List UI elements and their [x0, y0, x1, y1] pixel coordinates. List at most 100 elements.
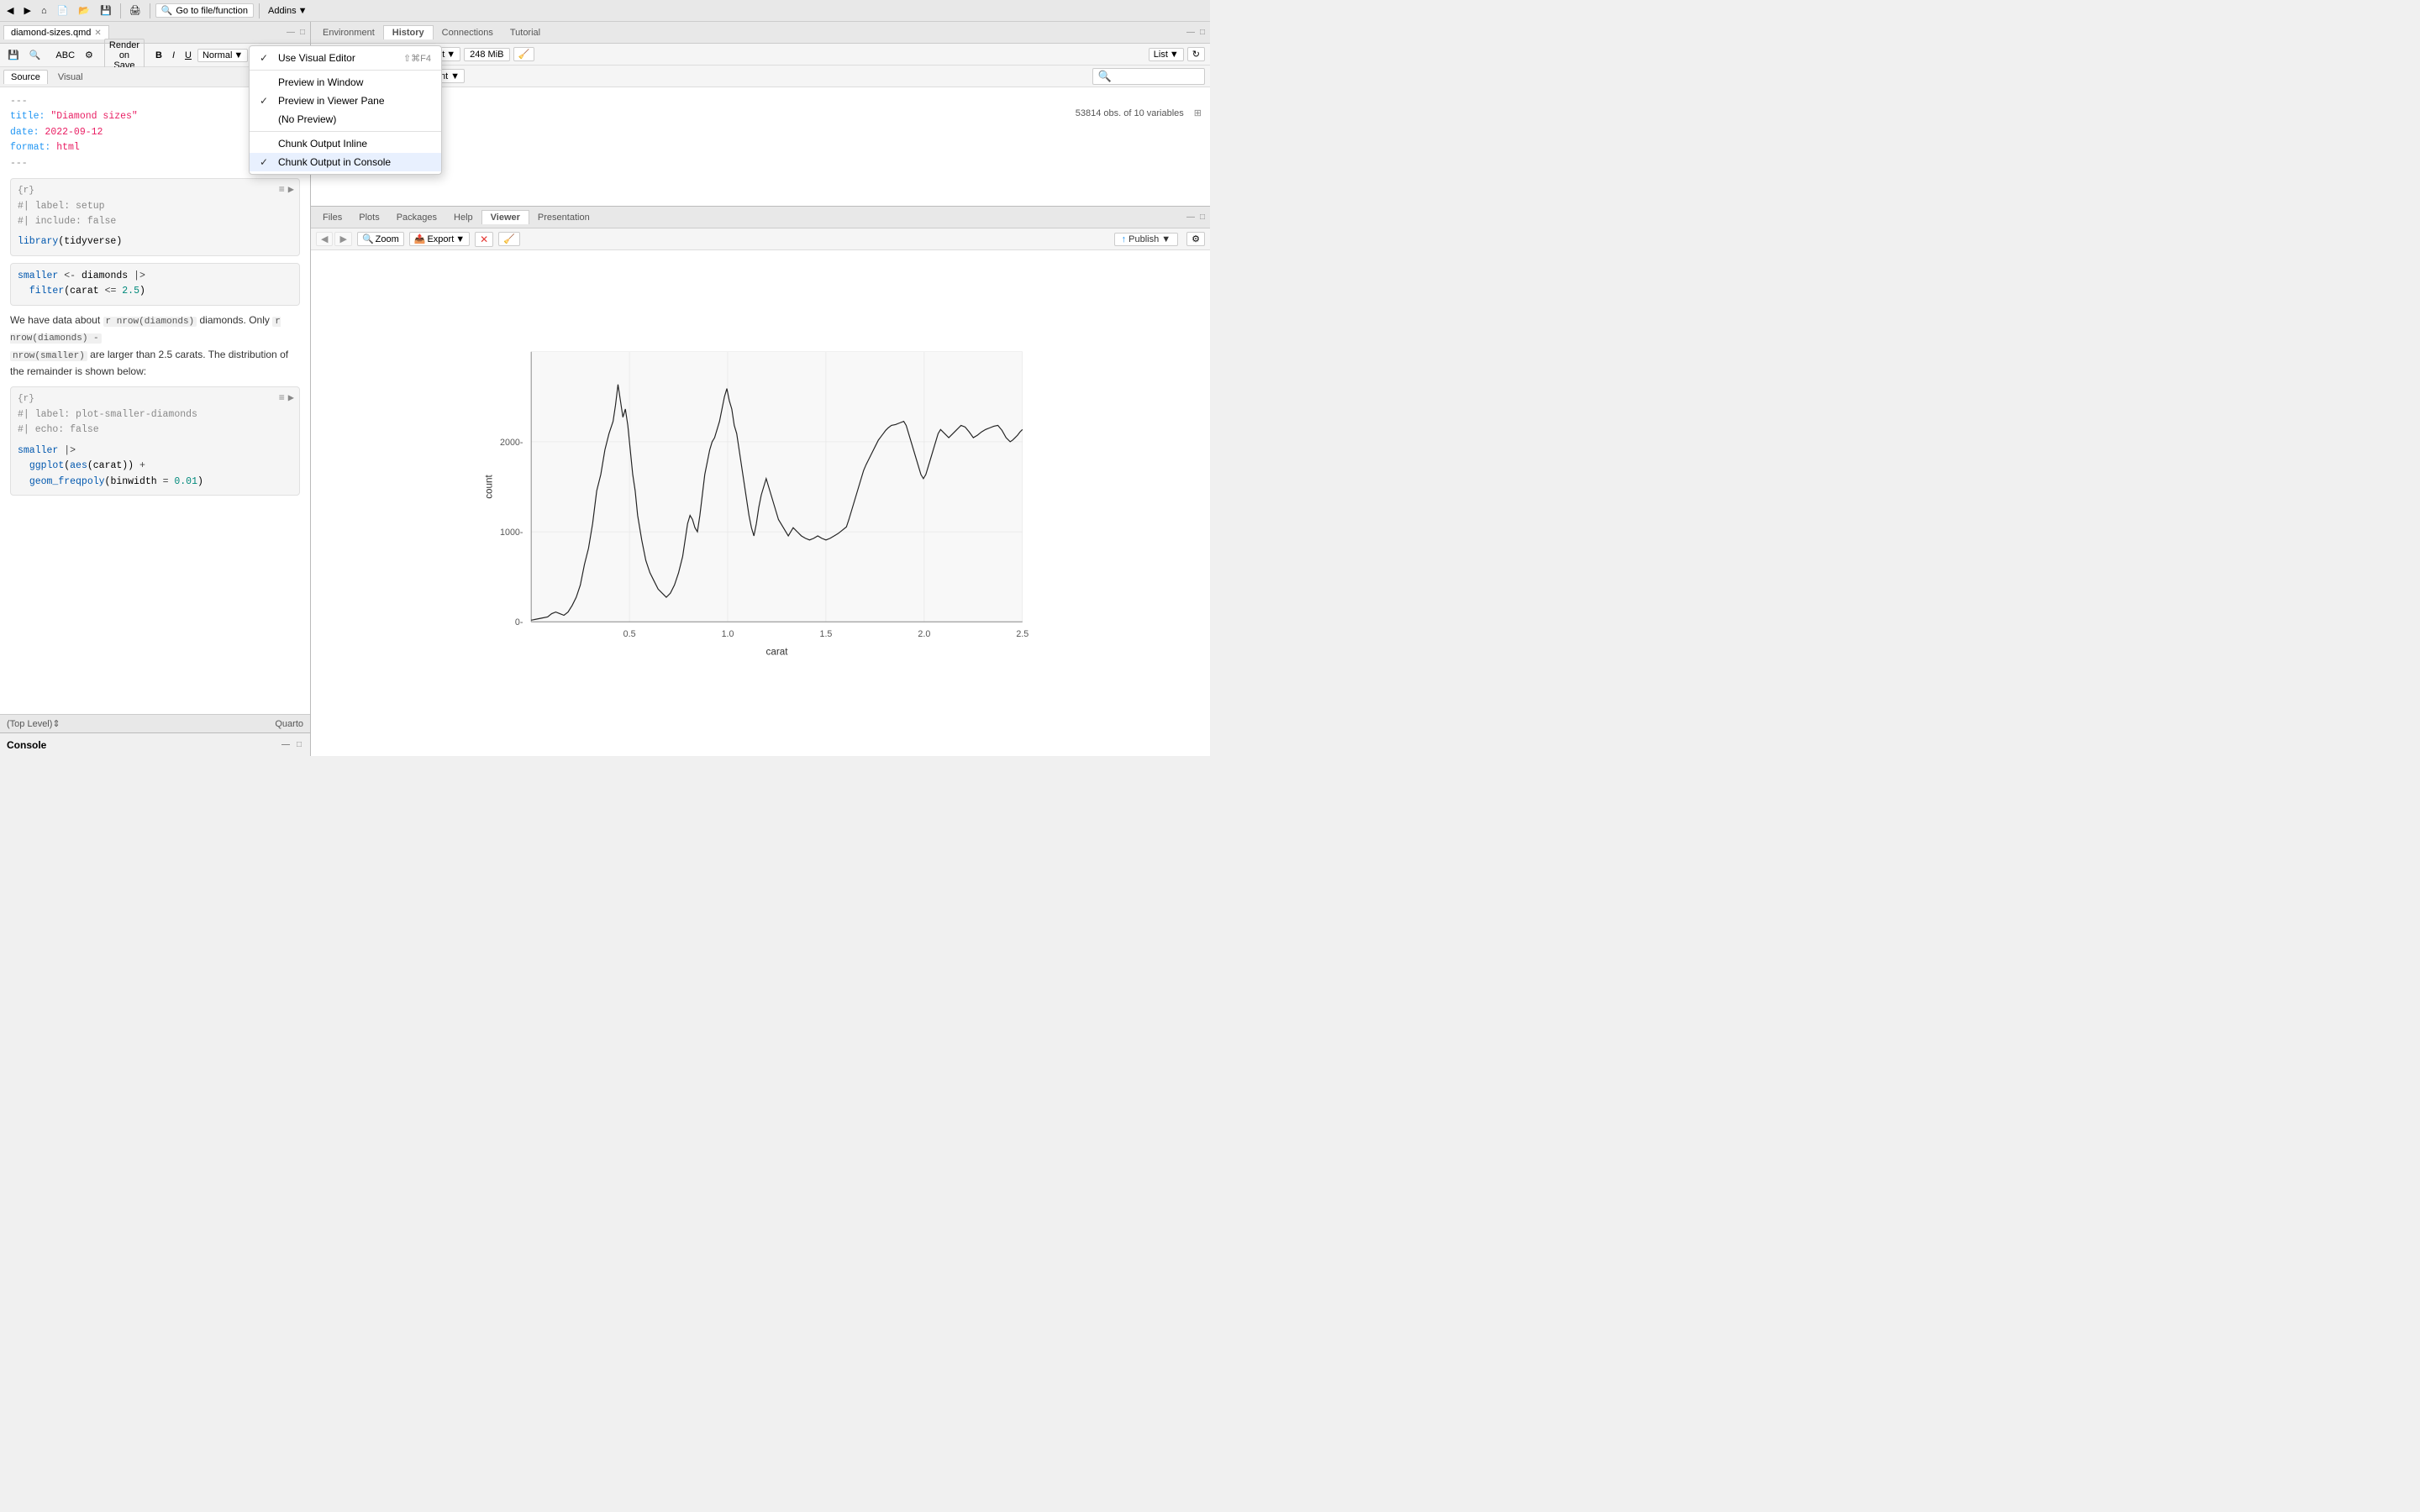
list-view-btn[interactable]: List ▼ [1149, 48, 1184, 61]
code-chunk-2: {r} ≡ ▶ #| label: plot-smaller-diamonds … [10, 386, 300, 496]
open-btn[interactable]: 📂 [75, 4, 93, 17]
menu-preview-window[interactable]: Preview in Window [250, 73, 441, 92]
menu-chunk-console[interactable]: ✓ Chunk Output in Console [250, 153, 441, 171]
compile-btn[interactable]: ⚙ [81, 49, 97, 61]
env-search-input[interactable] [1115, 71, 1199, 81]
export-icon: 📤 [414, 234, 426, 244]
refresh-btn[interactable]: ↻ [1187, 47, 1205, 61]
bottom-maximize[interactable]: □ [1198, 212, 1207, 223]
clear-plots-btn[interactable]: 🧹 [498, 232, 520, 246]
find-btn[interactable]: 🔍 [25, 49, 45, 61]
separator-1 [120, 3, 121, 18]
spell-btn[interactable]: ABC [51, 50, 79, 61]
addins-label: Addins [268, 6, 297, 16]
file-type-label: Quarto [275, 719, 303, 729]
tab-files[interactable]: Files [314, 211, 350, 224]
tab-viewer[interactable]: Viewer [481, 210, 529, 224]
chunk2-comment1: #| label: plot-smaller-diamonds [18, 407, 292, 423]
tab-help[interactable]: Help [445, 211, 481, 224]
data-section-header: Data [319, 92, 1202, 102]
file-tab[interactable]: diamond-sizes.qmd ✕ [3, 25, 109, 39]
save-file-btn[interactable]: 💾 [3, 49, 24, 61]
right-bottom-pane: Files Plots Packages Help Viewer Present… [311, 207, 1210, 756]
forward-btn[interactable]: ▶ [20, 4, 34, 17]
tab-presentation[interactable]: Presentation [529, 211, 598, 224]
data-grid-btn[interactable]: ⊞ [1194, 108, 1202, 118]
tab-tutorial[interactable]: Tutorial [502, 26, 549, 39]
pane-controls: — □ [285, 27, 307, 38]
data-row-smaller[interactable]: ● smaller 53814 obs. of 10 variables ⊞ [319, 106, 1202, 120]
tab-environment[interactable]: Environment [314, 26, 383, 39]
chunk-header-1: {r} [18, 184, 292, 199]
check-chunk-console: ✓ [260, 156, 271, 168]
menu-chunk-inline[interactable]: Chunk Output Inline [250, 134, 441, 153]
export-btn[interactable]: 📤 Export ▼ [409, 232, 470, 246]
yaml-title-key: title: [10, 111, 50, 122]
list-arrow: ▼ [1170, 50, 1179, 60]
menu-no-preview[interactable]: (No Preview) [250, 110, 441, 129]
bottom-minimize[interactable]: — [1185, 212, 1197, 223]
render-on-save-label: Render on Save [109, 40, 139, 71]
addins-arrow: ▼ [298, 6, 308, 16]
x-label-2.0: 2.0 [918, 629, 930, 639]
back-btn[interactable]: ◀ [3, 4, 17, 17]
viewer-settings-btn[interactable]: ⚙ [1186, 232, 1205, 246]
zoom-icon: 🔍 [362, 234, 374, 244]
console-bar: Console — □ [0, 732, 310, 756]
chart-bg [531, 352, 1023, 622]
menu-use-visual-editor[interactable]: ✓ Use Visual Editor ⇧⌘F4 [250, 49, 441, 67]
render-dropdown-menu: ✓ Use Visual Editor ⇧⌘F4 Preview in Wind… [249, 45, 442, 175]
clear-env-btn[interactable]: 🧹 [513, 47, 535, 61]
prev-plot-btn[interactable]: ◀ [316, 232, 333, 246]
delete-plot-btn[interactable]: ✕ [475, 232, 493, 247]
tab-plots[interactable]: Plots [350, 211, 387, 224]
new-script-btn[interactable]: 📄 [54, 4, 72, 17]
yaml-format-key: format: [10, 142, 56, 153]
assign-line2: filter(carat <= 2.5) [18, 284, 292, 299]
tab-close-btn[interactable]: ✕ [94, 29, 101, 38]
list-label: List [1154, 50, 1168, 60]
console-minimize[interactable]: — [280, 739, 292, 750]
underline-btn[interactable]: U [181, 50, 196, 61]
bold-btn[interactable]: B [151, 50, 166, 61]
chunk-run-btn-2[interactable]: ▶ [288, 391, 294, 407]
right-maximize[interactable]: □ [1198, 27, 1207, 38]
console-maximize[interactable]: □ [295, 739, 303, 750]
minimize-btn[interactable]: — [285, 27, 297, 38]
italic-btn[interactable]: I [168, 50, 179, 61]
tab-source[interactable]: Source [3, 70, 48, 84]
tab-history[interactable]: History [383, 25, 434, 39]
menu-sep-2 [250, 131, 441, 132]
go-to-file-box[interactable]: 🔍 Go to file/function [155, 3, 254, 18]
plot-area: 0- 1000- 2000- 0.5 1.0 1.5 2.0 2.5 carat… [311, 250, 1210, 756]
right-top-pane: Environment History Connections Tutorial… [311, 22, 1210, 207]
menu-label-visual-editor: Use Visual Editor [278, 52, 397, 64]
env-arrow: ▼ [450, 71, 460, 81]
tab-packages[interactable]: Packages [388, 211, 445, 224]
chunk-controls-2: ≡ ▶ [279, 391, 294, 407]
editor-tab-bar: diamond-sizes.qmd ✕ — □ [0, 22, 310, 44]
format-selector[interactable]: Normal ▼ [197, 49, 248, 62]
print-btn[interactable]: 🖨 [126, 4, 145, 17]
tab-connections[interactable]: Connections [434, 26, 502, 39]
right-minimize[interactable]: — [1185, 27, 1197, 38]
right-toolbar: 📂 💾 📊 Import Dataset ▼ 248 MiB 🧹 List ▼ … [311, 44, 1210, 66]
publish-btn[interactable]: ↑ Publish ▼ [1114, 233, 1178, 246]
chunk-controls-1: ≡ ▶ [279, 182, 294, 198]
addins-btn[interactable]: Addins ▼ [265, 5, 311, 17]
menu-preview-viewer[interactable]: ✓ Preview in Viewer Pane [250, 92, 441, 110]
tab-visual[interactable]: Visual [51, 71, 90, 84]
save-btn[interactable]: 💾 [97, 4, 115, 17]
chunk-settings-btn-1[interactable]: ≡ [279, 182, 285, 198]
maximize-btn[interactable]: □ [298, 27, 307, 38]
chunk-run-btn-1[interactable]: ▶ [288, 182, 294, 198]
home-btn[interactable]: ⌂ [38, 5, 50, 17]
next-plot-btn[interactable]: ▶ [334, 232, 351, 246]
inline-code-3: nrow(smaller) [10, 351, 87, 361]
env-sub-toolbar: R ▼ 🌐 Global Environment ▼ 🔍 [311, 66, 1210, 87]
chunk-settings-btn-2[interactable]: ≡ [279, 391, 285, 407]
zoom-btn[interactable]: 🔍 Zoom [357, 232, 404, 246]
code-chunk-1: {r} ≡ ▶ #| label: setup #| include: fals… [10, 178, 300, 256]
yaml-date-value: 2022-09-12 [45, 127, 103, 138]
env-search[interactable]: 🔍 [1092, 68, 1205, 85]
